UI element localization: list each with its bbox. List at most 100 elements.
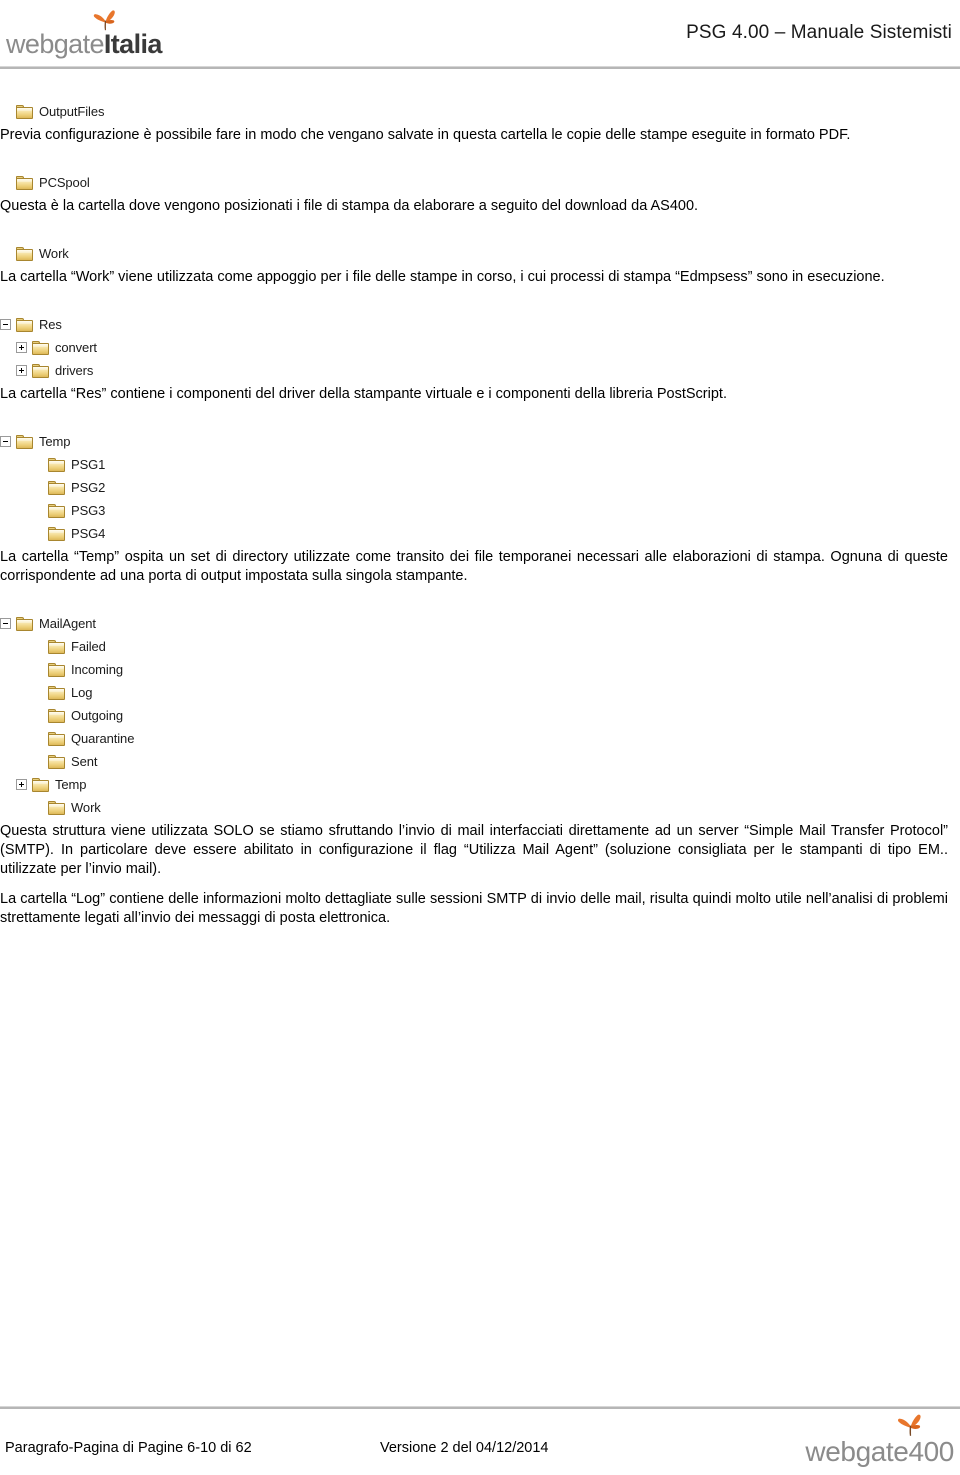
tree-node-outgoing[interactable]: Outgoing xyxy=(0,704,960,727)
section-res: Res convert drivers La cartella “Res” co… xyxy=(0,313,960,404)
paragraph-mailagent-log: La cartella “Log” contiene delle informa… xyxy=(0,891,948,926)
document-page: webgateItalia PSG 4.00 – Manuale Sistemi… xyxy=(0,0,960,1475)
tree-expander-minus-icon[interactable] xyxy=(0,618,11,629)
tree-node-mailagent-work[interactable]: Work xyxy=(0,796,960,819)
tree-node-res[interactable]: Res xyxy=(0,313,960,336)
tree-node-incoming[interactable]: Incoming xyxy=(0,658,960,681)
folder-icon xyxy=(48,731,65,746)
folder-icon xyxy=(48,457,65,472)
tree-expander-minus-icon[interactable] xyxy=(0,319,11,330)
paragraph-work: La cartella “Work” viene utilizzata come… xyxy=(0,269,885,285)
document-title: PSG 4.00 – Manuale Sistemisti xyxy=(686,22,952,43)
tree-node-psg3[interactable]: PSG3 xyxy=(0,499,960,522)
tree-node-convert[interactable]: convert xyxy=(0,336,960,359)
tree-node-failed[interactable]: Failed xyxy=(0,635,960,658)
folder-icon xyxy=(48,708,65,723)
folder-tree: Res convert drivers xyxy=(0,313,960,382)
footer-version-info: Versione 2 del 04/12/2014 xyxy=(380,1440,549,1456)
tree-node-psg1[interactable]: PSG1 xyxy=(0,453,960,476)
section-mailagent: MailAgent Failed Incoming Log Outgoing Q… xyxy=(0,612,960,928)
tree-node-sent[interactable]: Sent xyxy=(0,750,960,773)
tree-node-psg4[interactable]: PSG4 xyxy=(0,522,960,545)
tree-node-temp[interactable]: Temp xyxy=(0,430,960,453)
tree-expander-plus-icon[interactable] xyxy=(16,779,27,790)
folder-icon xyxy=(48,754,65,769)
tree-node-label: MailAgent xyxy=(39,615,96,631)
butterfly-icon xyxy=(896,1412,924,1438)
tree-expander-plus-icon[interactable] xyxy=(16,342,27,353)
folder-icon xyxy=(16,104,33,119)
tree-node-label: Incoming xyxy=(71,661,123,677)
brand-logo-webgate400: webgate400 xyxy=(784,1412,954,1468)
section-pcspool: PCSpool Questa è la cartella dove vengon… xyxy=(0,171,960,216)
folder-icon xyxy=(16,616,33,631)
section-temp: Temp PSG1 PSG2 PSG3 PSG4 La cartella “Te… xyxy=(0,430,960,586)
tree-node-drivers[interactable]: drivers xyxy=(0,359,960,382)
tree-expander-plus-icon[interactable] xyxy=(16,365,27,376)
section-work: Work La cartella “Work” viene utilizzata… xyxy=(0,242,960,287)
folder-icon xyxy=(48,503,65,518)
brand-wordmark: webgate400 xyxy=(805,1436,954,1467)
tree-node-quarantine[interactable]: Quarantine xyxy=(0,727,960,750)
folder-tree: PCSpool xyxy=(0,171,960,194)
paragraph-temp: La cartella “Temp” ospita un set di dire… xyxy=(0,549,948,584)
tree-node-label: PSG3 xyxy=(71,502,106,518)
folder-icon xyxy=(32,363,49,378)
folder-tree: Work xyxy=(0,242,960,265)
paragraph-res: La cartella “Res” contiene i componenti … xyxy=(0,386,727,402)
tree-node-psg2[interactable]: PSG2 xyxy=(0,476,960,499)
tree-node-mailagent-temp[interactable]: Temp xyxy=(0,773,960,796)
paragraph-outputfiles: Previa configurazione è possibile fare i… xyxy=(0,127,851,143)
folder-tree: MailAgent Failed Incoming Log Outgoing Q… xyxy=(0,612,960,819)
tree-node-label: drivers xyxy=(55,362,94,378)
tree-node-mailagent[interactable]: MailAgent xyxy=(0,612,960,635)
folder-icon xyxy=(32,777,49,792)
tree-node-label: Res xyxy=(39,316,62,332)
tree-node-label: PSG4 xyxy=(71,525,106,541)
brand-wordmark-bold: Italia xyxy=(103,29,163,59)
folder-tree: OutputFiles xyxy=(0,100,960,123)
folder-icon xyxy=(16,175,33,190)
tree-node-label: PSG2 xyxy=(71,479,106,495)
folder-icon xyxy=(16,317,33,332)
section-outputfiles: OutputFiles Previa configurazione è poss… xyxy=(0,100,960,145)
folder-icon xyxy=(48,662,65,677)
footer-divider xyxy=(0,1406,960,1409)
tree-node-label: Work xyxy=(39,245,69,261)
tree-node-log[interactable]: Log xyxy=(0,681,960,704)
paragraph-pcspool: Questa è la cartella dove vengono posizi… xyxy=(0,198,699,214)
brand-wordmark-light: webgate xyxy=(6,29,104,59)
brand-wordmark: webgateItalia xyxy=(6,31,162,58)
footer-page-info: Paragrafo-Pagina di Pagine 6-10 di 62 xyxy=(5,1440,252,1456)
page-header: webgateItalia PSG 4.00 – Manuale Sistemi… xyxy=(0,0,960,70)
tree-node-label: PSG1 xyxy=(71,456,106,472)
folder-icon xyxy=(48,800,65,815)
header-divider xyxy=(0,66,960,69)
tree-node-label: PCSpool xyxy=(39,174,90,190)
folder-icon xyxy=(48,639,65,654)
tree-node-label: Log xyxy=(71,684,93,700)
tree-node-label: Sent xyxy=(71,753,98,769)
tree-node-outputfiles[interactable]: OutputFiles xyxy=(0,100,960,123)
tree-node-label: Temp xyxy=(55,776,87,792)
tree-node-label: OutputFiles xyxy=(39,103,105,119)
tree-node-label: Failed xyxy=(71,638,106,654)
page-footer: Paragrafo-Pagina di Pagine 6-10 di 62 Ve… xyxy=(0,1390,960,1475)
folder-icon xyxy=(32,340,49,355)
brand-logo-webgateitalia: webgateItalia xyxy=(6,8,276,60)
folder-icon xyxy=(48,526,65,541)
tree-node-label: Work xyxy=(71,799,101,815)
tree-node-label: Temp xyxy=(39,433,71,449)
tree-node-label: Quarantine xyxy=(71,730,135,746)
tree-node-pcspool[interactable]: PCSpool xyxy=(0,171,960,194)
tree-node-work[interactable]: Work xyxy=(0,242,960,265)
document-body: OutputFiles Previa configurazione è poss… xyxy=(0,100,960,928)
folder-icon xyxy=(16,434,33,449)
tree-expander-minus-icon[interactable] xyxy=(0,436,11,447)
tree-node-label: convert xyxy=(55,339,97,355)
folder-tree: Temp PSG1 PSG2 PSG3 PSG4 xyxy=(0,430,960,545)
folder-icon xyxy=(48,685,65,700)
paragraph-mailagent-smtp: Questa struttura viene utilizzata SOLO s… xyxy=(0,823,948,877)
folder-icon xyxy=(48,480,65,495)
folder-icon xyxy=(16,246,33,261)
